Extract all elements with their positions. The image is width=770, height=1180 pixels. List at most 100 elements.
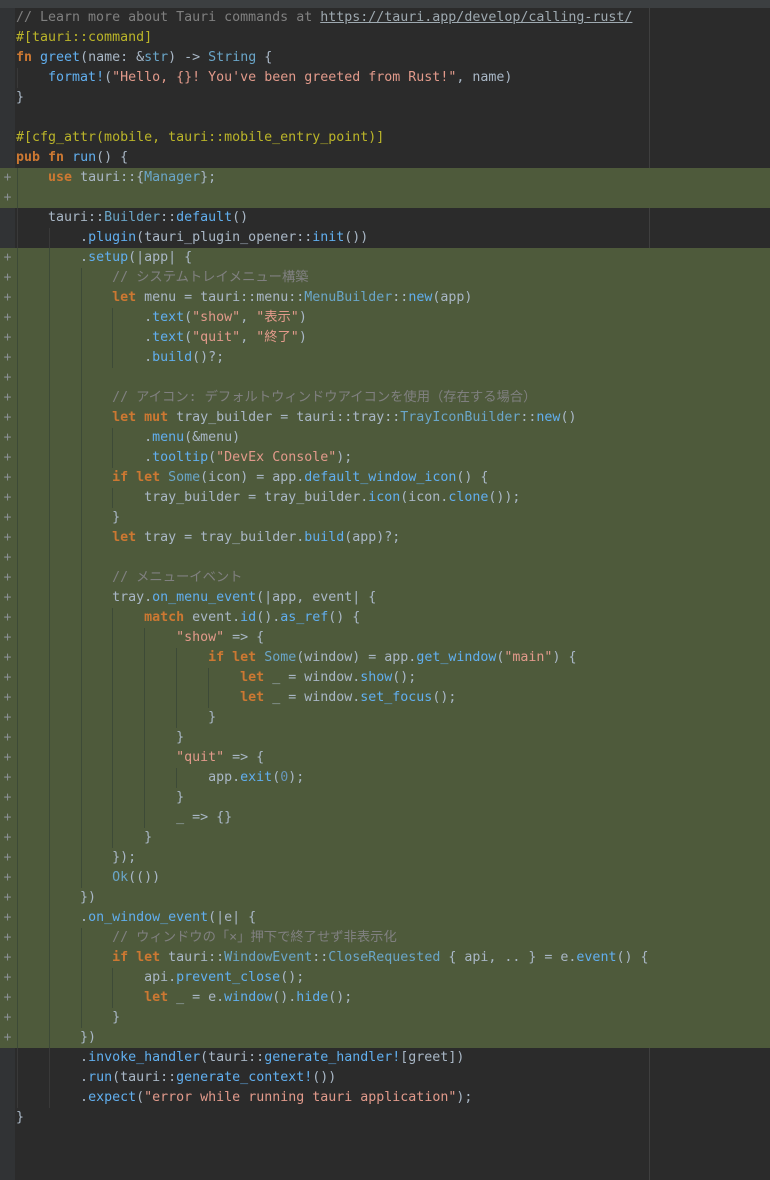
indent-guide bbox=[81, 548, 82, 568]
added-line-marker: + bbox=[3, 950, 12, 965]
code-line[interactable]: .run(tauri::generate_context!()) bbox=[0, 1068, 770, 1088]
code-line[interactable]: + .text("show", "表示") bbox=[0, 308, 770, 328]
code-line[interactable]: + bbox=[0, 368, 770, 388]
added-line-marker: + bbox=[3, 810, 12, 825]
code-line[interactable]: + "show" => { bbox=[0, 628, 770, 648]
code-text: .plugin(tauri_plugin_opener::init()) bbox=[16, 230, 369, 245]
code-line[interactable]: + if let Some(icon) = app.default_window… bbox=[0, 468, 770, 488]
code-line[interactable]: + }) bbox=[0, 1028, 770, 1048]
code-line[interactable]: } bbox=[0, 1108, 770, 1128]
code-line[interactable]: + // メニューイベント bbox=[0, 568, 770, 588]
code-text: // システムトレイメニュー構築 bbox=[112, 270, 309, 285]
added-line-marker: + bbox=[3, 730, 12, 745]
code-line[interactable]: + } bbox=[0, 728, 770, 748]
code-text: .menu(&menu) bbox=[16, 430, 241, 445]
code-line[interactable]: + .text("quit", "終了") bbox=[0, 328, 770, 348]
code-line[interactable]: + .tooltip("DevEx Console"); bbox=[0, 448, 770, 468]
code-line[interactable]: + Ok(()) bbox=[0, 868, 770, 888]
code-text: .on_window_event(|e| { bbox=[16, 910, 257, 925]
code-text: // ウィンドウの「×」押下で終了せず非表示化 bbox=[112, 930, 397, 945]
code-line[interactable]: + .on_window_event(|e| { bbox=[0, 908, 770, 928]
code-line[interactable]: + } bbox=[0, 1008, 770, 1028]
code-line[interactable]: .plugin(tauri_plugin_opener::init()) bbox=[0, 228, 770, 248]
code-line[interactable]: fn greet(name: &str) -> String { bbox=[0, 48, 770, 68]
code-line[interactable]: + if let tauri::WindowEvent::CloseReques… bbox=[0, 948, 770, 968]
code-text: "quit" => { bbox=[176, 750, 265, 765]
code-text: use tauri::{Manager}; bbox=[48, 170, 217, 185]
code-line[interactable]: .invoke_handler(tauri::generate_handler!… bbox=[0, 1048, 770, 1068]
indent-guide bbox=[49, 368, 50, 388]
code-line[interactable]: + } bbox=[0, 708, 770, 728]
code-line[interactable]: + let mut tray_builder = tauri::tray::Tr… bbox=[0, 408, 770, 428]
code-line[interactable]: + // ウィンドウの「×」押下で終了せず非表示化 bbox=[0, 928, 770, 948]
code-text: } bbox=[16, 790, 185, 805]
added-line-marker: + bbox=[3, 470, 12, 485]
code-text: if let Some(window) = app.get_window("ma… bbox=[208, 650, 577, 665]
indent-guide bbox=[81, 368, 82, 388]
added-line-marker: + bbox=[3, 590, 12, 605]
code-line[interactable]: + // アイコン: デフォルトウィンドウアイコンを使用（存在する場合） bbox=[0, 388, 770, 408]
code-text: .text("show", "表示") bbox=[16, 310, 307, 325]
code-text: let mut tray_builder = tauri::tray::Tray… bbox=[112, 410, 577, 425]
code-line[interactable]: + "quit" => { bbox=[0, 748, 770, 768]
code-line[interactable]: + } bbox=[0, 828, 770, 848]
code-line[interactable]: + } bbox=[0, 508, 770, 528]
code-line[interactable]: + let tray = tray_builder.build(app)?; bbox=[0, 528, 770, 548]
code-line[interactable]: + api.prevent_close(); bbox=[0, 968, 770, 988]
editor-tab-strip bbox=[0, 0, 770, 8]
code-line[interactable]: + }); bbox=[0, 848, 770, 868]
code-text: match event.id().as_ref() { bbox=[144, 610, 361, 625]
code-line[interactable]: + match event.id().as_ref() { bbox=[0, 608, 770, 628]
code-text: _ => {} bbox=[16, 810, 233, 825]
added-line-marker: + bbox=[3, 630, 12, 645]
code-line[interactable]: + let _ = window.set_focus(); bbox=[0, 688, 770, 708]
code-line[interactable] bbox=[0, 108, 770, 128]
code-text: .tooltip("DevEx Console"); bbox=[16, 450, 353, 465]
code-line[interactable]: + tray_builder = tray_builder.icon(icon.… bbox=[0, 488, 770, 508]
code-line[interactable]: } bbox=[0, 88, 770, 108]
code-line[interactable]: + tray.on_menu_event(|app, event| { bbox=[0, 588, 770, 608]
code-editor[interactable]: // Learn more about Tauri commands at ht… bbox=[0, 8, 770, 1128]
code-line[interactable]: + _ => {} bbox=[0, 808, 770, 828]
code-line[interactable]: #[cfg_attr(mobile, tauri::mobile_entry_p… bbox=[0, 128, 770, 148]
indent-guide bbox=[17, 548, 18, 568]
added-line-marker: + bbox=[3, 750, 12, 765]
code-text: let tray = tray_builder.build(app)?; bbox=[112, 530, 401, 545]
code-text: fn greet(name: &str) -> String { bbox=[16, 50, 273, 65]
added-line-marker: + bbox=[3, 410, 12, 425]
added-line-marker: + bbox=[3, 370, 12, 385]
code-line[interactable]: + let _ = window.show(); bbox=[0, 668, 770, 688]
code-line[interactable]: pub fn run() { bbox=[0, 148, 770, 168]
code-line[interactable]: #[tauri::command] bbox=[0, 28, 770, 48]
code-text: } bbox=[16, 510, 121, 525]
added-line-marker: + bbox=[3, 910, 12, 925]
code-line[interactable]: + .build()?; bbox=[0, 348, 770, 368]
code-line[interactable]: + }) bbox=[0, 888, 770, 908]
code-line[interactable]: + bbox=[0, 548, 770, 568]
added-line-marker: + bbox=[3, 670, 12, 685]
code-line[interactable]: + // システムトレイメニュー構築 bbox=[0, 268, 770, 288]
added-line-marker: + bbox=[3, 250, 12, 265]
code-text: } bbox=[16, 730, 185, 745]
code-text: } bbox=[16, 1110, 25, 1125]
code-line[interactable]: + bbox=[0, 188, 770, 208]
code-line[interactable]: // Learn more about Tauri commands at ht… bbox=[0, 8, 770, 28]
code-line[interactable]: + use tauri::{Manager}; bbox=[0, 168, 770, 188]
code-line[interactable]: + app.exit(0); bbox=[0, 768, 770, 788]
code-line[interactable]: + let menu = tauri::menu::MenuBuilder::n… bbox=[0, 288, 770, 308]
code-line[interactable]: + let _ = e.window().hide(); bbox=[0, 988, 770, 1008]
code-line[interactable]: tauri::Builder::default() bbox=[0, 208, 770, 228]
code-line[interactable]: + } bbox=[0, 788, 770, 808]
code-line[interactable]: + .menu(&menu) bbox=[0, 428, 770, 448]
code-line[interactable]: format!("Hello, {}! You've been greeted … bbox=[0, 68, 770, 88]
added-line-marker: + bbox=[3, 790, 12, 805]
code-text: .expect("error while running tauri appli… bbox=[16, 1090, 473, 1105]
added-line-marker: + bbox=[3, 770, 12, 785]
added-line-marker: + bbox=[3, 450, 12, 465]
indent-guide bbox=[17, 368, 18, 388]
code-line[interactable]: + .setup(|app| { bbox=[0, 248, 770, 268]
code-line[interactable]: + if let Some(window) = app.get_window("… bbox=[0, 648, 770, 668]
code-line[interactable]: .expect("error while running tauri appli… bbox=[0, 1088, 770, 1108]
added-line-marker: + bbox=[3, 890, 12, 905]
indent-guide bbox=[49, 548, 50, 568]
